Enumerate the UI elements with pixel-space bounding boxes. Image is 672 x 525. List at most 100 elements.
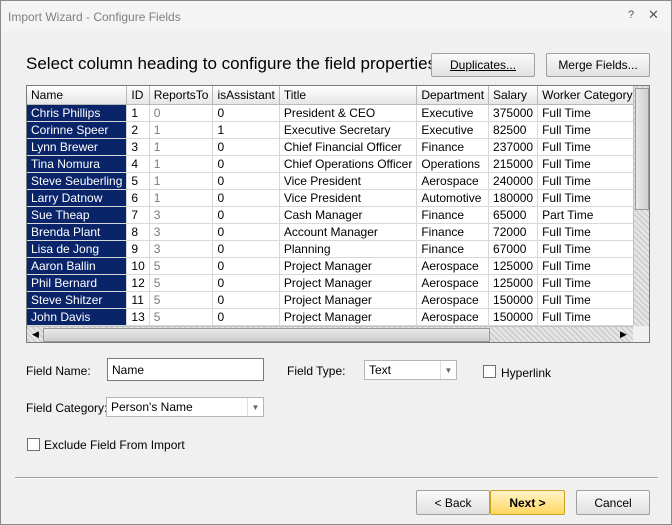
table-cell[interactable]: Full Time [537,155,633,173]
column-header[interactable]: ID [126,86,150,105]
column-header[interactable]: Salary [488,86,539,105]
table-cell[interactable]: Aaron Ballin [27,257,128,275]
scroll-left-icon[interactable]: ◀ [28,327,43,342]
table-cell[interactable]: 7 [126,206,150,224]
table-cell[interactable]: Executive [416,121,490,139]
field-name-input[interactable]: Name [107,358,264,381]
table-cell[interactable]: 5 [149,308,214,326]
table-cell[interactable]: Executive Secretary [279,121,418,139]
table-cell[interactable]: Vice President [279,189,418,207]
table-cell[interactable]: Project Manager [279,308,418,326]
table-cell[interactable]: 6 [126,189,150,207]
column-header[interactable]: Title [279,86,418,105]
table-cell[interactable]: 0 [212,257,280,275]
table-cell[interactable]: 3 [149,240,214,258]
back-button[interactable]: < Back [416,490,490,515]
table-cell[interactable]: 72000 [488,223,539,241]
table-cell[interactable]: 0 [212,189,280,207]
table-cell[interactable]: Finance [416,240,490,258]
column-header[interactable]: Name [27,86,128,105]
table-cell[interactable]: Project Manager [279,257,418,275]
table-cell[interactable]: Vice President [279,172,418,190]
table-cell[interactable]: 375000 [488,104,539,122]
table-cell[interactable]: Aerospace [416,274,490,292]
table-cell[interactable]: 82500 [488,121,539,139]
table-cell[interactable]: Aerospace [416,291,490,309]
table-cell[interactable]: 4 [126,155,150,173]
merge-fields-button[interactable]: Merge Fields... [546,53,650,77]
table-cell[interactable]: Planning [279,240,418,258]
table-cell[interactable]: 0 [212,223,280,241]
exclude-field-checkbox[interactable] [27,438,40,451]
duplicates-button[interactable]: Duplicates... [431,53,535,77]
table-cell[interactable]: Aerospace [416,308,490,326]
cancel-button[interactable]: Cancel [576,490,650,515]
table-cell[interactable]: 3 [126,138,150,156]
table-cell[interactable]: Project Manager [279,291,418,309]
table-cell[interactable]: 5 [149,257,214,275]
column-header[interactable]: Department [416,86,490,105]
hyperlink-checkbox[interactable] [483,365,496,378]
table-cell[interactable]: 0 [212,308,280,326]
table-cell[interactable]: Full Time [537,104,633,122]
horizontal-scrollbar[interactable]: ◀ ▶ [27,326,633,342]
table-cell[interactable]: Aerospace [416,172,490,190]
table-cell[interactable]: Phil Bernard [27,274,128,292]
table-cell[interactable]: Sue Theap [27,206,128,224]
table-cell[interactable]: 12 [126,274,150,292]
table-cell[interactable]: Corinne Speer [27,121,128,139]
table-cell[interactable]: 0 [212,206,280,224]
field-type-select[interactable]: Text ▼ [364,360,457,380]
table-cell[interactable]: 0 [212,155,280,173]
help-icon[interactable]: ? [628,9,634,21]
table-cell[interactable]: Steve Seuberling [27,172,128,190]
table-cell[interactable]: 125000 [488,257,539,275]
exclude-field-label[interactable]: Exclude Field From Import [44,438,185,452]
column-header[interactable]: Worker Category [537,86,633,105]
table-cell[interactable]: 240000 [488,172,539,190]
table-cell[interactable]: 150000 [488,291,539,309]
table-cell[interactable]: 237000 [488,138,539,156]
table-cell[interactable]: Account Manager [279,223,418,241]
table-cell[interactable]: 65000 [488,206,539,224]
table-cell[interactable]: Brenda Plant [27,223,128,241]
table-cell[interactable]: 1 [149,155,214,173]
table-cell[interactable]: Chris Phillips [27,104,128,122]
table-cell[interactable]: 180000 [488,189,539,207]
table-cell[interactable]: Finance [416,223,490,241]
table-cell[interactable]: 0 [212,172,280,190]
table-cell[interactable]: 1 [149,189,214,207]
table-cell[interactable]: Full Time [537,189,633,207]
table-cell[interactable]: Full Time [537,223,633,241]
table-cell[interactable]: 150000 [488,308,539,326]
table-cell[interactable]: Project Manager [279,274,418,292]
horizontal-scroll-thumb[interactable] [43,328,490,342]
scroll-right-icon[interactable]: ▶ [616,327,631,342]
table-cell[interactable]: 1 [126,104,150,122]
column-header[interactable]: isAssistant [212,86,280,105]
table-cell[interactable]: 11 [126,291,150,309]
table-cell[interactable]: 9 [126,240,150,258]
table-cell[interactable]: 5 [126,172,150,190]
table-cell[interactable]: Full Time [537,172,633,190]
chevron-down-icon[interactable]: ▼ [440,361,456,379]
table-cell[interactable]: Steve Shitzer [27,291,128,309]
table-cell[interactable]: Finance [416,206,490,224]
table-cell[interactable]: Full Time [537,240,633,258]
table-cell[interactable]: 13 [126,308,150,326]
table-cell[interactable]: 0 [149,104,214,122]
table-cell[interactable]: Full Time [537,257,633,275]
table-cell[interactable]: Operations [416,155,490,173]
table-cell[interactable]: Full Time [537,121,633,139]
table-cell[interactable]: 3 [149,206,214,224]
table-cell[interactable]: 0 [212,138,280,156]
close-icon[interactable]: ✕ [648,8,659,21]
table-cell[interactable]: Automotive [416,189,490,207]
table-cell[interactable]: Finance [416,138,490,156]
table-cell[interactable]: President & CEO [279,104,418,122]
table-cell[interactable]: 125000 [488,274,539,292]
table-cell[interactable]: 0 [212,291,280,309]
table-cell[interactable]: Chief Operations Officer [279,155,418,173]
table-cell[interactable]: John Davis [27,308,128,326]
table-cell[interactable]: Cash Manager [279,206,418,224]
